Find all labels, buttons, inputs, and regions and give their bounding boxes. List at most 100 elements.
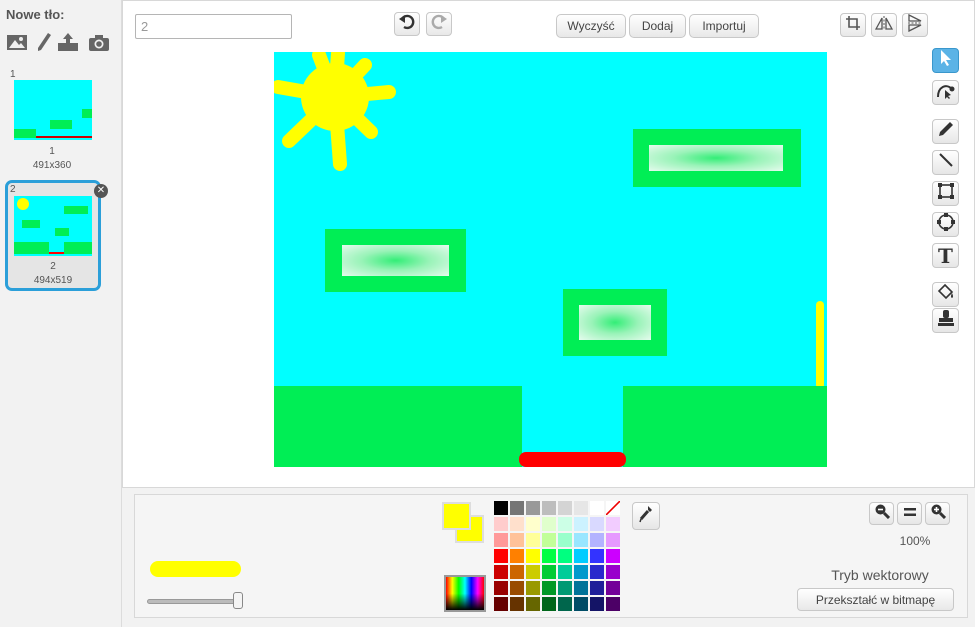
palette-color-swatch[interactable] xyxy=(526,533,540,547)
upload-icon[interactable] xyxy=(57,31,79,53)
eyedropper-button[interactable] xyxy=(632,502,660,530)
palette-color-swatch[interactable] xyxy=(510,501,524,515)
palette-color-swatch[interactable] xyxy=(574,581,588,595)
palette-color-swatch[interactable] xyxy=(494,533,508,547)
background-preview xyxy=(14,80,92,140)
palette-color-swatch[interactable] xyxy=(574,517,588,531)
palette-color-swatch[interactable] xyxy=(494,517,508,531)
palette-color-swatch[interactable] xyxy=(590,501,604,515)
palette-color-swatch[interactable] xyxy=(558,581,572,595)
palette-color-swatch[interactable] xyxy=(526,549,540,563)
text-tool[interactable]: T xyxy=(932,243,959,268)
palette-color-swatch[interactable] xyxy=(510,565,524,579)
palette-color-swatch[interactable] xyxy=(494,581,508,595)
select-tool[interactable] xyxy=(932,48,959,73)
pencil-tool[interactable] xyxy=(932,119,959,144)
canvas-area: Wyczyść Dodaj Importuj xyxy=(122,0,975,488)
palette-color-swatch[interactable] xyxy=(526,565,540,579)
palette-color-swatch[interactable] xyxy=(526,517,540,531)
palette-color-swatch[interactable] xyxy=(510,597,524,611)
palette-color-swatch[interactable] xyxy=(590,549,604,563)
background-thumbnail-1[interactable]: 1 1 491x360 xyxy=(6,69,98,177)
background-name: 1 xyxy=(49,146,55,157)
background-size: 491x360 xyxy=(32,160,72,171)
palette-color-swatch[interactable] xyxy=(494,597,508,611)
palette-color-swatch[interactable] xyxy=(558,501,572,515)
palette-color-swatch[interactable] xyxy=(542,501,556,515)
palette-color-swatch[interactable] xyxy=(542,565,556,579)
palette-color-swatch[interactable] xyxy=(606,517,620,531)
ellipse-tool[interactable] xyxy=(932,212,959,237)
palette-color-swatch[interactable] xyxy=(605,500,621,516)
palette-color-swatch[interactable] xyxy=(574,533,588,547)
palette-color-swatch[interactable] xyxy=(558,533,572,547)
background-thumbnail-2[interactable]: 2 2 494x519 xyxy=(5,180,101,291)
palette-color-swatch[interactable] xyxy=(590,533,604,547)
platform-block xyxy=(563,289,667,356)
palette-color-swatch[interactable] xyxy=(510,533,524,547)
brush-size-slider-handle[interactable] xyxy=(233,592,243,609)
palette-color-swatch[interactable] xyxy=(558,549,572,563)
palette-color-swatch[interactable] xyxy=(606,549,620,563)
sun-drawing xyxy=(274,52,396,171)
reshape-tool[interactable] xyxy=(932,80,959,105)
add-button[interactable]: Dodaj xyxy=(629,14,686,38)
background-number: 1 xyxy=(10,69,16,80)
import-button[interactable]: Importuj xyxy=(689,14,759,38)
palette-color-swatch[interactable] xyxy=(590,565,604,579)
palette-color-swatch[interactable] xyxy=(494,549,508,563)
delete-background-button[interactable]: ✕ xyxy=(94,184,108,198)
palette-color-swatch[interactable] xyxy=(606,597,620,611)
primary-color-swatch[interactable] xyxy=(442,502,471,530)
palette-color-swatch[interactable] xyxy=(542,597,556,611)
palette-color-swatch[interactable] xyxy=(558,517,572,531)
line-tool[interactable] xyxy=(932,150,959,175)
costume-name-input[interactable] xyxy=(135,14,292,39)
redo-button[interactable] xyxy=(426,12,452,36)
palette-color-swatch[interactable] xyxy=(606,533,620,547)
ground-right xyxy=(623,386,827,467)
palette-color-swatch[interactable] xyxy=(542,517,556,531)
zoom-reset-button[interactable] xyxy=(897,502,922,525)
camera-icon[interactable] xyxy=(88,31,110,53)
palette-color-swatch[interactable] xyxy=(590,597,604,611)
palette-color-swatch[interactable] xyxy=(542,581,556,595)
clear-button[interactable]: Wyczyść xyxy=(556,14,626,38)
palette-color-swatch[interactable] xyxy=(494,501,508,515)
palette-color-swatch[interactable] xyxy=(510,517,524,531)
stamp-tool[interactable] xyxy=(932,308,959,333)
crop-button[interactable] xyxy=(840,13,866,37)
undo-button[interactable] xyxy=(394,12,420,36)
fill-tool[interactable] xyxy=(932,282,959,307)
palette-color-swatch[interactable] xyxy=(590,581,604,595)
palette-color-swatch[interactable] xyxy=(510,581,524,595)
palette-color-swatch[interactable] xyxy=(606,581,620,595)
paintbrush-icon[interactable] xyxy=(33,31,55,53)
palette-color-swatch[interactable] xyxy=(494,565,508,579)
convert-to-bitmap-button[interactable]: Przekształć w bitmapę xyxy=(797,588,954,611)
palette-color-swatch[interactable] xyxy=(606,565,620,579)
palette-color-swatch[interactable] xyxy=(558,565,572,579)
rectangle-tool[interactable] xyxy=(932,181,959,206)
palette-color-swatch[interactable] xyxy=(542,533,556,547)
palette-color-swatch[interactable] xyxy=(574,597,588,611)
flip-vertical-button[interactable] xyxy=(902,13,928,37)
image-icon[interactable] xyxy=(6,31,28,53)
color-picker[interactable] xyxy=(444,575,486,612)
palette-color-swatch[interactable] xyxy=(574,501,588,515)
drawing-canvas[interactable] xyxy=(274,52,827,467)
background-preview xyxy=(14,196,92,256)
zoom-out-button[interactable] xyxy=(869,502,894,525)
palette-color-swatch[interactable] xyxy=(558,597,572,611)
flip-horizontal-button[interactable] xyxy=(871,13,897,37)
brush-size-slider[interactable] xyxy=(147,599,243,604)
palette-color-swatch[interactable] xyxy=(526,581,540,595)
palette-color-swatch[interactable] xyxy=(526,501,540,515)
palette-color-swatch[interactable] xyxy=(574,549,588,563)
zoom-in-button[interactable] xyxy=(925,502,950,525)
palette-color-swatch[interactable] xyxy=(574,565,588,579)
palette-color-swatch[interactable] xyxy=(510,549,524,563)
palette-color-swatch[interactable] xyxy=(542,549,556,563)
palette-color-swatch[interactable] xyxy=(590,517,604,531)
palette-color-swatch[interactable] xyxy=(526,597,540,611)
